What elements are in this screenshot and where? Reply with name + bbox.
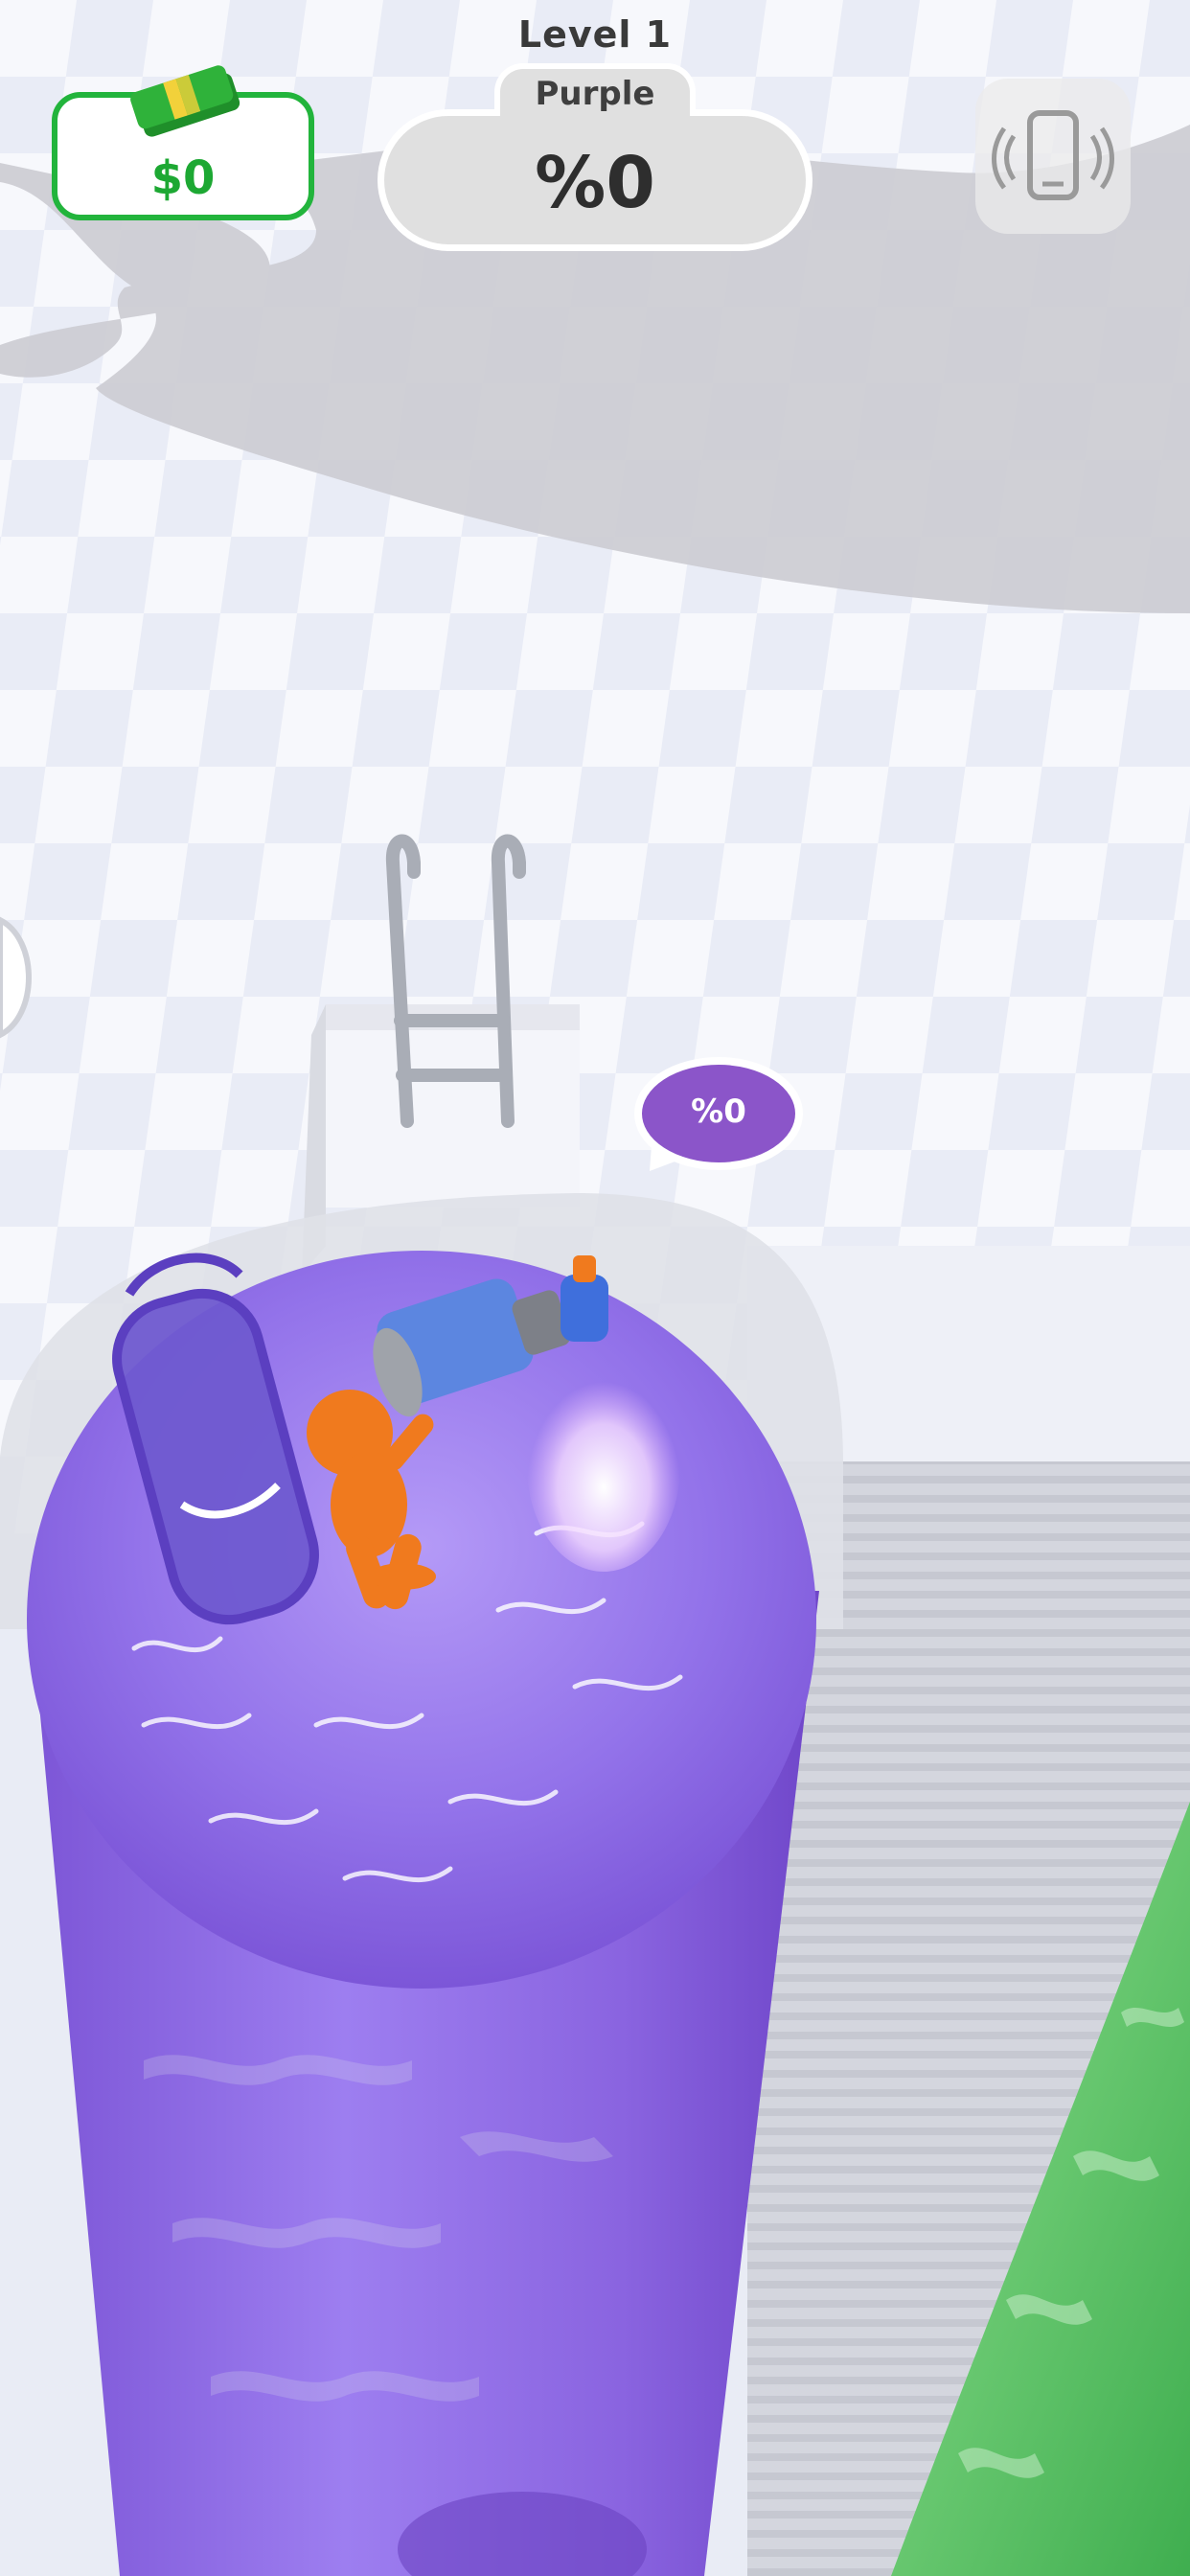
tank-percent-label: %0 [691,1092,746,1131]
vibration-toggle-button[interactable] [975,79,1131,234]
paint-spray [527,1361,680,1572]
game-scene [0,0,1190,2576]
phone-vibrate-icon [992,110,1114,200]
cash-stack-icon [130,65,240,137]
fill-percent-value: %0 [535,142,655,224]
level-title: Level 1 [517,13,673,56]
target-color-name: Purple [535,75,655,113]
money-value: $0 [150,151,216,205]
step-block [326,1004,580,1208]
